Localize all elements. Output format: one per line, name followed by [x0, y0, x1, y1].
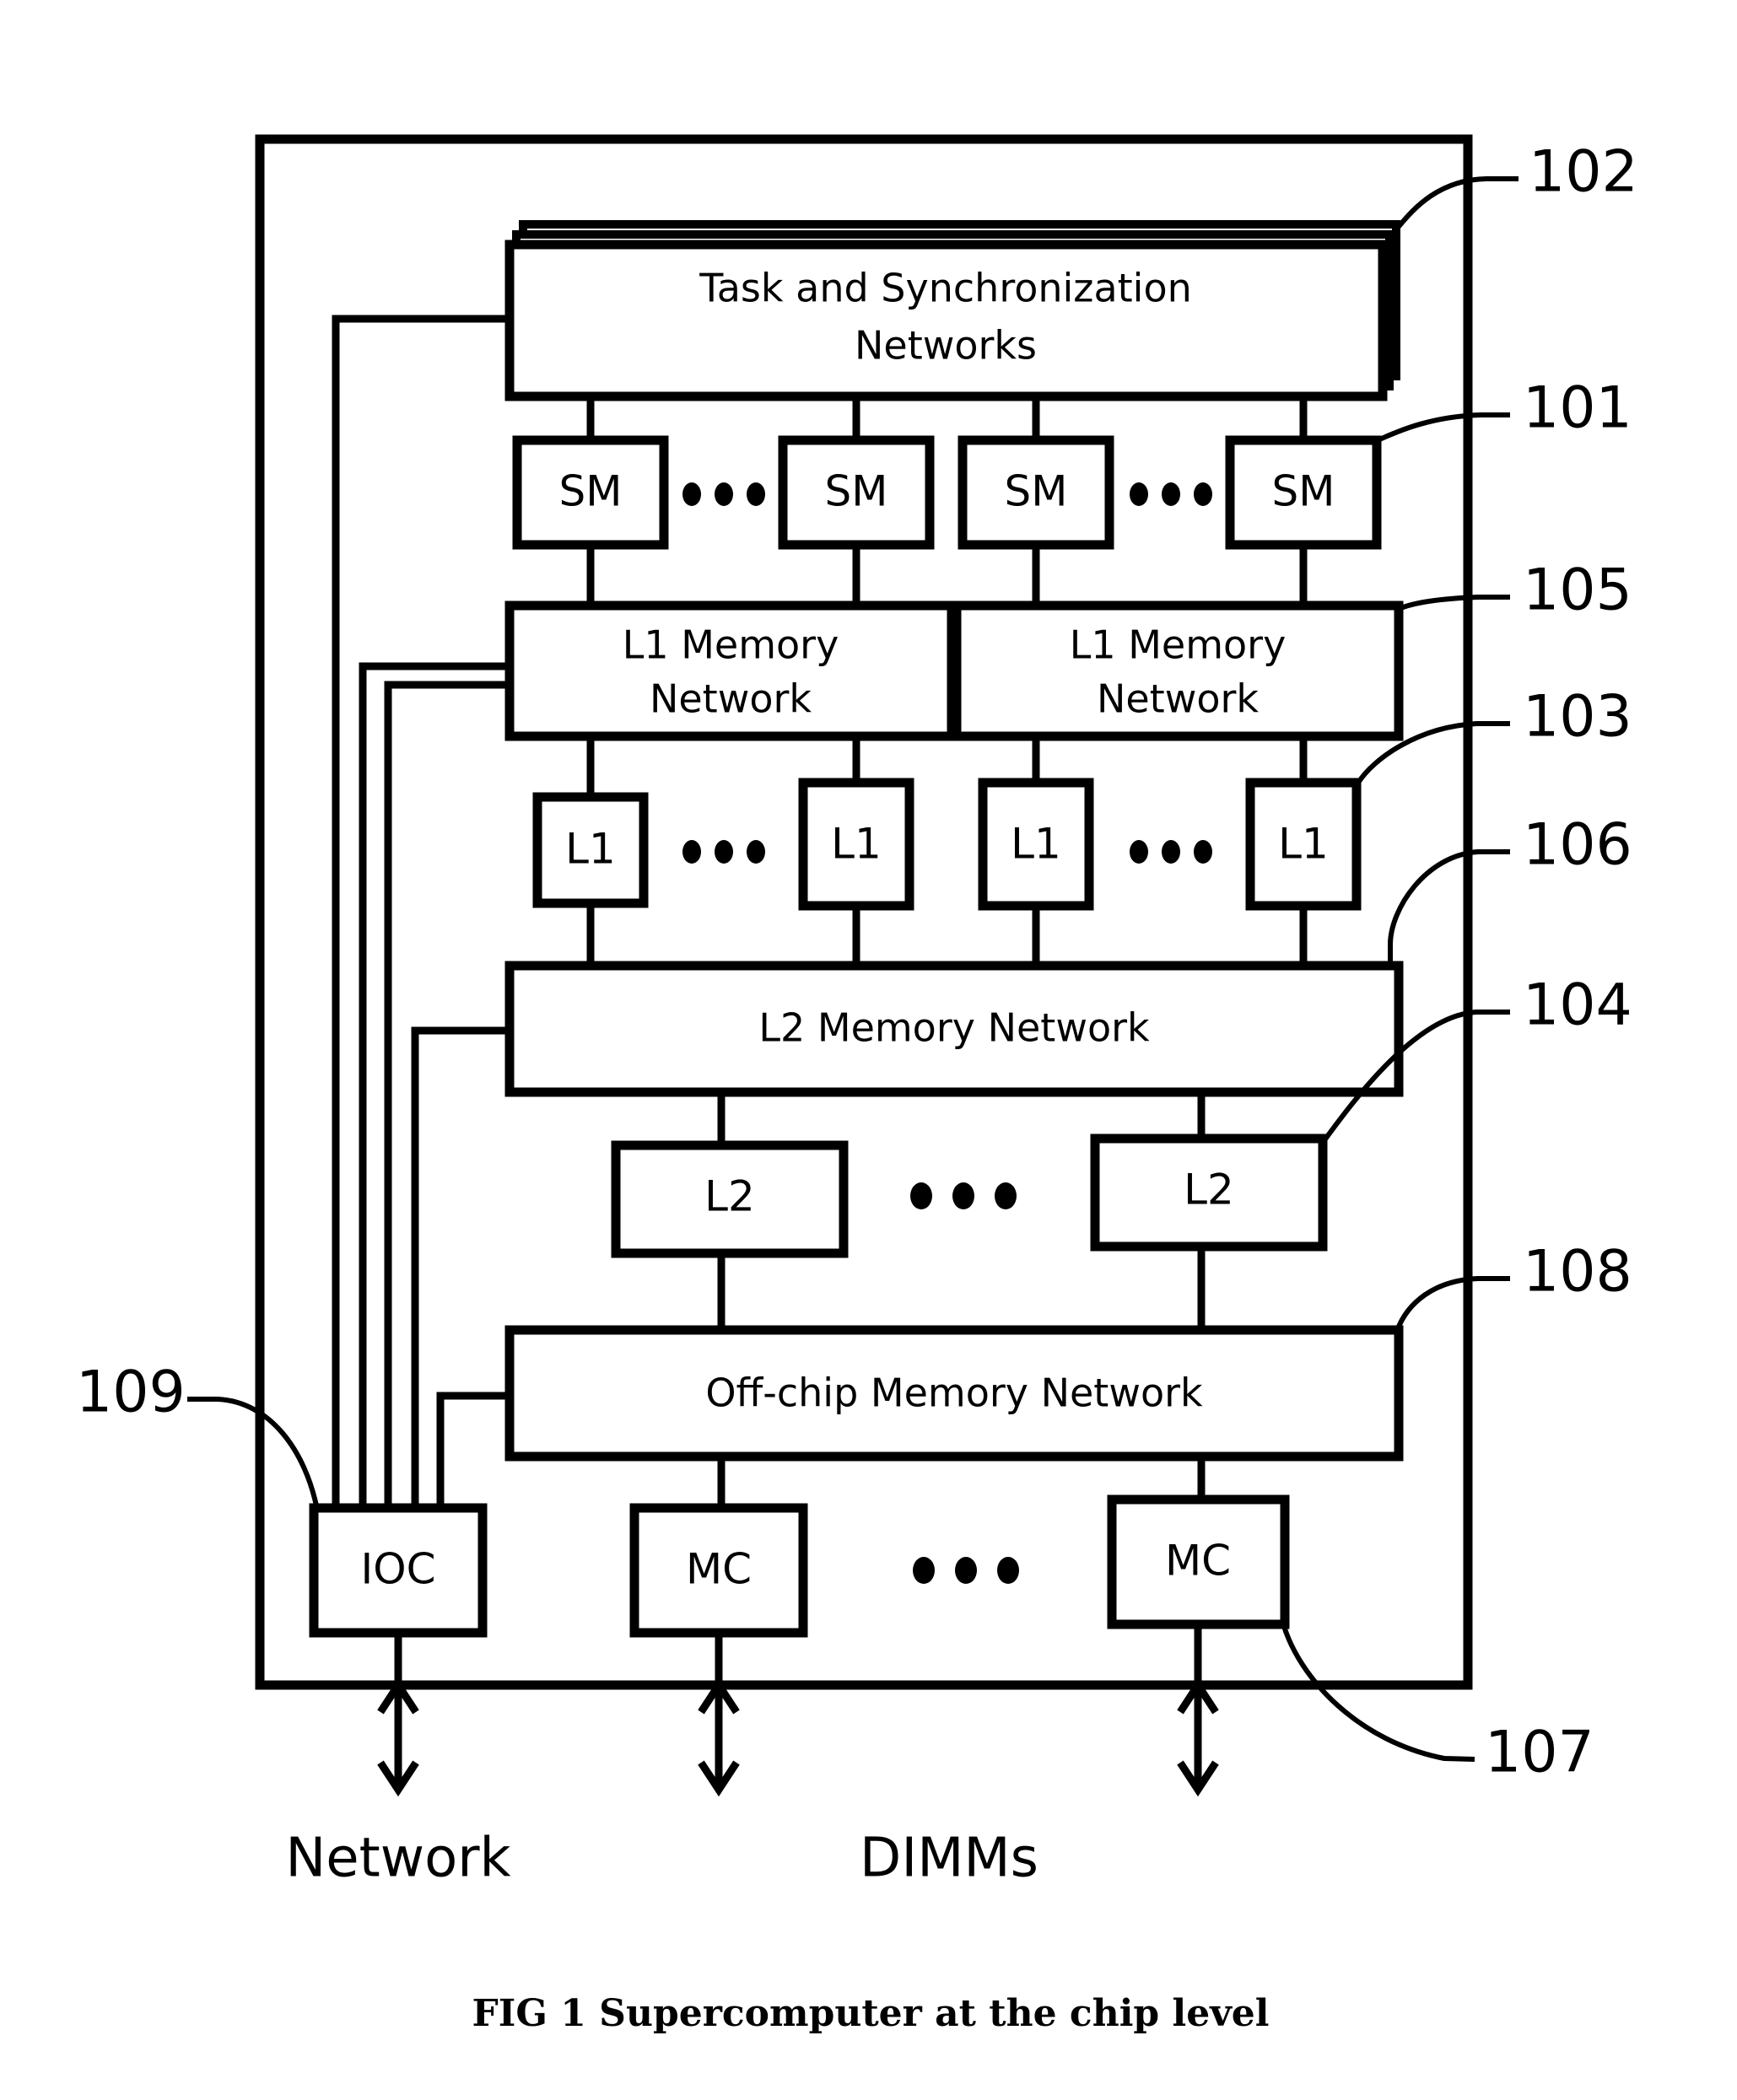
dimm-bidirectional-arrow-1 [698, 1677, 740, 1797]
reference-number-103: 103 [1523, 684, 1632, 751]
task-sync-network-label-line1: Task and Synchronization [699, 266, 1192, 311]
reference-number-107: 107 [1485, 1720, 1594, 1786]
mc-box-2-label: MC [1165, 1537, 1231, 1586]
wire-offchip-to-ioc [436, 1392, 510, 1508]
l2-memory-network-label: L2 Memory Network [758, 1005, 1150, 1051]
wire-l1net-right-to-ioc [384, 681, 510, 1508]
leader-line-101 [1376, 412, 1510, 443]
reference-number-102: 102 [1529, 139, 1638, 206]
l1-ellipsis-left [682, 840, 765, 864]
figure-caption-text: Supercomputer at the chip level [599, 1992, 1269, 2035]
dimm-bidirectional-arrow-2 [1177, 1677, 1219, 1797]
task-sync-network-label-line2: Networks [855, 323, 1037, 369]
sm-ellipsis-left [682, 482, 765, 506]
leader-line-109 [187, 1397, 320, 1510]
reference-number-101: 101 [1523, 375, 1632, 442]
figure-caption: FIG 1 Supercomputer at the chip level [472, 1992, 1270, 2035]
leader-line-105 [1397, 595, 1510, 611]
leader-line-106 [1388, 849, 1510, 966]
figure-caption-label: FIG 1 [472, 1992, 586, 2035]
leader-line-102 [1394, 176, 1519, 231]
l2-box-2-label: L2 [1184, 1166, 1234, 1214]
l1-ellipsis-right [1130, 840, 1212, 864]
dimms-external-label: DIMMs [860, 1828, 1038, 1890]
patent-figure-1: Task and Synchronization Networks SM SM … [0, 0, 1737, 2100]
reference-number-108: 108 [1523, 1239, 1632, 1306]
l1-memory-network-left-label-line1: L1 Memory [623, 622, 839, 668]
l1-box-4-label: L1 [1278, 820, 1329, 869]
reference-number-106: 106 [1523, 812, 1632, 879]
l1-box-3-label: L1 [1011, 820, 1061, 869]
l1-box-1-label: L1 [565, 825, 616, 874]
l2-box-1-label: L2 [704, 1172, 755, 1221]
l1-box-2-label: L1 [831, 820, 882, 869]
network-external-label: Network [285, 1828, 510, 1890]
leader-line-108 [1394, 1276, 1510, 1333]
sm-box-4-label: SM [1272, 467, 1335, 516]
reference-number-104: 104 [1523, 972, 1632, 1039]
mc-box-1-label: MC [686, 1545, 752, 1594]
sm-box-3-label: SM [1005, 467, 1068, 516]
leader-line-107 [1281, 1623, 1475, 1762]
mc-ellipsis [913, 1557, 1019, 1584]
sm-box-2-label: SM [825, 467, 888, 516]
l1-memory-network-right-label-line1: L1 Memory [1070, 622, 1287, 668]
chip-architecture-diagram: Task and Synchronization Networks SM SM … [76, 134, 1638, 2035]
offchip-memory-network-label: Off-chip Memory Network [705, 1370, 1203, 1416]
wire-l2net-to-ioc [411, 1026, 510, 1508]
l1-memory-network-right-label-line2: Network [1097, 676, 1259, 722]
l1-memory-network-left-label-line2: Network [650, 676, 812, 722]
sm-ellipsis-right [1130, 482, 1212, 506]
ioc-box-label: IOC [360, 1545, 435, 1594]
reference-number-105: 105 [1523, 557, 1632, 624]
network-bidirectional-arrow [377, 1677, 419, 1797]
l2-ellipsis [910, 1182, 1017, 1209]
sm-box-1-label: SM [559, 467, 623, 516]
reference-number-109: 109 [76, 1360, 186, 1426]
